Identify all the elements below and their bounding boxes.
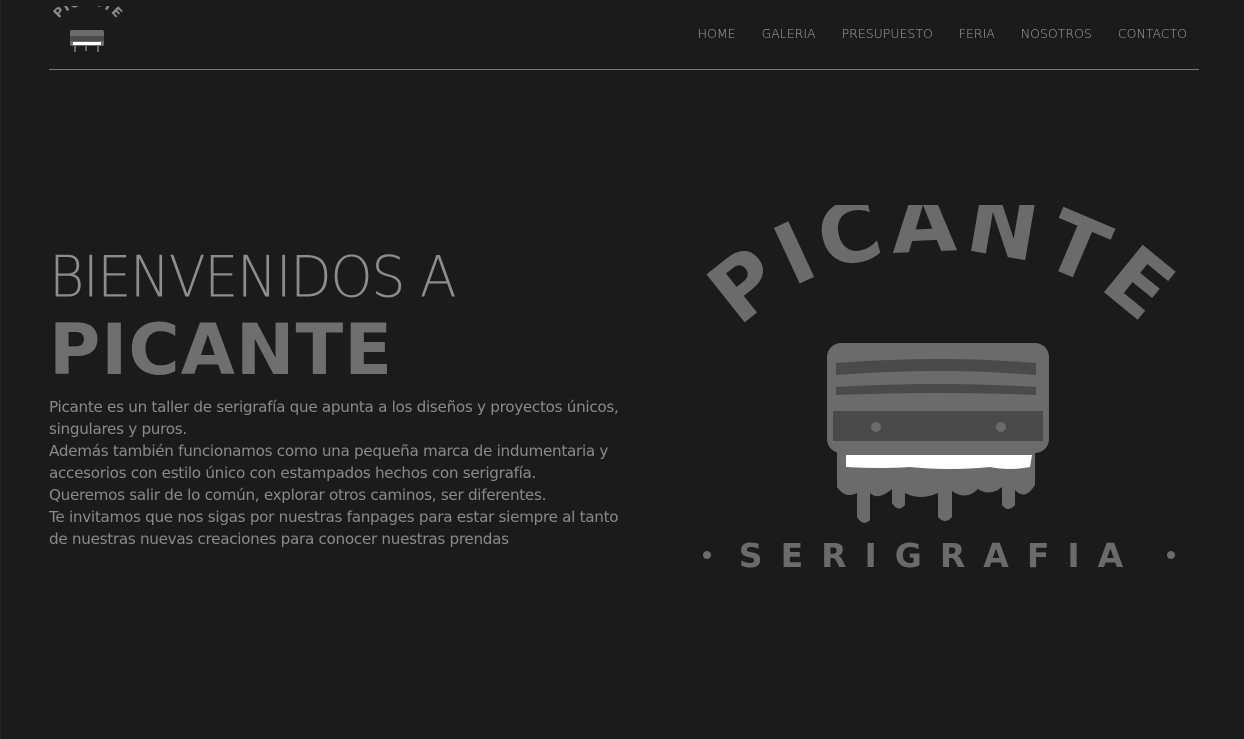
site-header: PICANTE HOME GALERIA PRESUPUESTO FERIA N…: [49, 0, 1199, 70]
logo-subtitle: SERIGRAFIA: [739, 536, 1141, 575]
nav-presupuesto[interactable]: PRESUPUESTO: [842, 26, 933, 41]
description-paragraph: Queremos salir de lo común, explorar otr…: [49, 486, 547, 504]
description-paragraph: Te invitamos que nos sigas por nuestras …: [49, 508, 619, 548]
nav-galeria[interactable]: GALERIA: [762, 26, 816, 41]
logo-small-text: PICANTE: [51, 6, 125, 22]
description-paragraph: Además también funcionamos como una pequ…: [49, 442, 609, 482]
hero-description: Picante es un taller de serigrafía que a…: [49, 396, 619, 550]
picante-logo-large: PICANTE SERIGRAFIA: [690, 205, 1190, 575]
nav-contacto[interactable]: CONTACTO: [1118, 26, 1187, 41]
svg-text:PICANTE: PICANTE: [690, 205, 1190, 343]
picante-logo-small[interactable]: PICANTE: [49, 6, 125, 56]
nav-nosotros[interactable]: NOSOTROS: [1021, 26, 1092, 41]
squeegee-icon: [827, 343, 1049, 523]
ink-stripe: [846, 455, 1032, 469]
hero-welcome: BIENVENIDOS A: [49, 244, 457, 311]
hero-brand: PICANTE: [49, 309, 394, 391]
page: PICANTE HOME GALERIA PRESUPUESTO FERIA N…: [0, 0, 1244, 739]
nav-feria[interactable]: FERIA: [959, 26, 995, 41]
nav-home[interactable]: HOME: [698, 26, 736, 41]
main-nav: HOME GALERIA PRESUPUESTO FERIA NOSOTROS …: [698, 26, 1187, 41]
description-paragraph: Picante es un taller de serigrafía que a…: [49, 398, 619, 438]
logo-arc-text: PICANTE: [690, 205, 1190, 343]
svg-text:PICANTE: PICANTE: [51, 6, 125, 22]
